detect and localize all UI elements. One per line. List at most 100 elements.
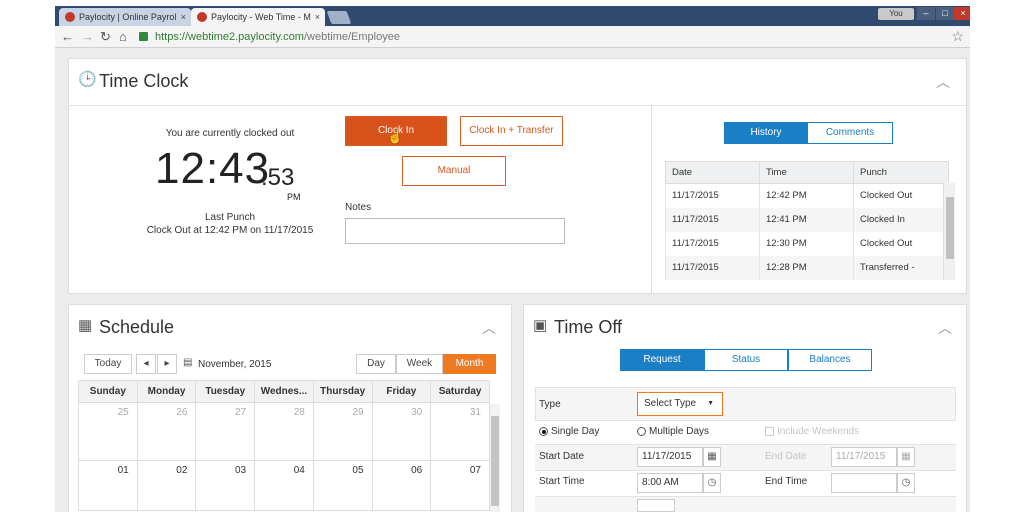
weekday-header: Monday — [136, 380, 197, 403]
calendar-picker-icon[interactable]: ▦ — [897, 447, 915, 467]
calendar-day-cell[interactable]: 01 — [78, 460, 138, 511]
calendar-picker-icon[interactable]: ▦ — [703, 447, 721, 467]
view-week-button[interactable]: Week — [396, 354, 443, 374]
collapse-chevron-icon[interactable]: ︿ — [936, 72, 950, 92]
month-calendar: Sunday Monday Tuesday Wednes... Thursday… — [78, 380, 490, 511]
notes-label: Notes — [345, 202, 372, 213]
calendar-15-icon: ▣ — [533, 317, 548, 334]
view-day-button[interactable]: Day — [356, 354, 396, 374]
panel-title: Time Off — [554, 317, 623, 337]
calendar-small-icon: ▤ — [183, 357, 193, 368]
start-date-label: Start Date — [539, 451, 585, 462]
calendar-day-cell[interactable]: 31 — [430, 402, 490, 461]
tab-paylocity-payroll[interactable]: Paylocity | Online Payrol × — [59, 8, 191, 26]
calendar-day-cell[interactable]: 02 — [136, 460, 197, 511]
view-month-button[interactable]: Month — [443, 354, 496, 374]
clock-in-transfer-button[interactable]: Clock In + Transfer — [460, 116, 563, 146]
table-header-row: Date Time Punch — [665, 161, 949, 184]
history-scrollbar[interactable] — [943, 183, 955, 280]
calendar-day-cell[interactable]: 28 — [254, 402, 314, 461]
minimize-button[interactable]: – — [917, 7, 935, 20]
calendar-scrollbar[interactable] — [490, 404, 500, 512]
weekday-header: Thursday — [312, 380, 373, 403]
reload-icon[interactable]: ↻ — [100, 29, 111, 45]
include-weekends-checkbox[interactable] — [765, 427, 774, 436]
end-time-field[interactable] — [831, 473, 897, 493]
scrollbar-thumb[interactable] — [946, 197, 954, 259]
maximize-button[interactable]: □ — [936, 7, 954, 20]
calendar-day-cell[interactable]: 26 — [136, 402, 197, 461]
weekday-header: Sunday — [78, 380, 138, 403]
clock-ampm: PM — [287, 192, 301, 202]
clock-picker-icon[interactable]: ◷ — [703, 473, 721, 493]
calendar-day-cell[interactable]: 27 — [195, 402, 256, 461]
back-icon[interactable]: ← — [61, 29, 74, 45]
url-field[interactable]: https://webtime2.paylocity.com/webtime/E… — [139, 29, 945, 45]
calendar-day-cell[interactable]: 07 — [430, 460, 490, 511]
tab-comments[interactable]: Comments — [807, 122, 893, 144]
last-punch-detail: Clock Out at 12:42 PM on 11/17/2015 — [146, 225, 314, 236]
last-punch-label: Last Punch — [204, 212, 256, 223]
form-row — [535, 497, 956, 512]
single-day-radio[interactable] — [539, 427, 548, 436]
panel-divider — [651, 106, 652, 294]
user-profile-button[interactable]: You — [878, 8, 914, 20]
type-label: Type — [539, 399, 561, 410]
home-icon[interactable]: ⌂ — [119, 29, 127, 45]
collapse-chevron-icon[interactable]: ︿ — [482, 318, 496, 338]
calendar-day-cell[interactable]: 29 — [312, 402, 373, 461]
calendar-day-cell[interactable]: 05 — [312, 460, 373, 511]
browser-window: Paylocity | Online Payrol × Paylocity - … — [55, 6, 970, 512]
start-date-field[interactable]: 11/17/2015 — [637, 447, 703, 467]
start-time-field[interactable]: 8:00 AM — [637, 473, 703, 493]
new-tab-button[interactable] — [326, 11, 352, 24]
manual-button[interactable]: Manual — [402, 156, 506, 186]
calendar-day-cell[interactable]: 25 — [78, 402, 138, 461]
partial-field[interactable] — [637, 499, 675, 512]
bookmark-star-icon[interactable]: ☆ — [951, 28, 964, 45]
next-month-button[interactable]: ▸ — [157, 354, 177, 374]
tab-balances[interactable]: Balances — [788, 349, 872, 371]
clock-icon: 🕒 — [78, 71, 97, 88]
notes-input[interactable] — [345, 218, 565, 244]
column-header-time: Time — [759, 161, 854, 184]
scrollbar-thumb[interactable] — [491, 416, 499, 506]
calendar-day-cell[interactable]: 30 — [371, 402, 432, 461]
history-time: 12:41 PM — [759, 207, 854, 232]
today-button[interactable]: Today — [84, 354, 132, 374]
prev-month-button[interactable]: ◂ — [136, 354, 156, 374]
history-date: 11/17/2015 — [665, 231, 760, 256]
tab-status[interactable]: Status — [704, 349, 788, 371]
history-date: 11/17/2015 — [665, 183, 760, 208]
type-select[interactable]: Select Type ▼ — [637, 392, 723, 416]
collapse-chevron-icon[interactable]: ︿ — [938, 318, 952, 338]
tab-request[interactable]: Request — [620, 349, 704, 371]
tab-history[interactable]: History — [724, 122, 808, 144]
clock-picker-icon[interactable]: ◷ — [897, 473, 915, 493]
weekday-header-row: Sunday Monday Tuesday Wednes... Thursday… — [78, 380, 490, 403]
calendar-day-cell[interactable]: 03 — [195, 460, 256, 511]
address-bar: ← → ↻ ⌂ https://webtime2.paylocity.com/w… — [55, 26, 970, 48]
punch-history-table: Date Time Punch 11/17/2015 12:42 PM Cloc… — [665, 161, 949, 280]
close-icon[interactable]: × — [315, 8, 320, 26]
weekday-header: Tuesday — [195, 380, 256, 403]
window-close-button[interactable]: × — [954, 7, 970, 20]
close-icon[interactable]: × — [181, 8, 186, 26]
form-row — [535, 387, 956, 421]
calendar-day-cell[interactable]: 04 — [254, 460, 314, 511]
table-row: 11/17/2015 12:30 PM Clocked Out — [665, 231, 949, 256]
calendar-week-row: 25 26 27 28 29 30 31 — [78, 402, 490, 461]
history-punch: Clocked In — [853, 207, 949, 232]
forward-icon[interactable]: → — [81, 29, 94, 45]
multiple-days-radio[interactable] — [637, 427, 646, 436]
panel-title: Schedule — [99, 317, 175, 337]
multiple-days-label: Multiple Days — [649, 426, 710, 437]
panel-title: Time Clock — [99, 71, 189, 91]
clock-seconds: :53 — [261, 164, 295, 191]
history-time: 12:42 PM — [759, 183, 854, 208]
tab-paylocity-webtime[interactable]: Paylocity - Web Time - M × — [191, 8, 325, 26]
end-date-field[interactable]: 11/17/2015 — [831, 447, 897, 467]
calendar-day-cell[interactable]: 06 — [371, 460, 432, 511]
table-row: 11/17/2015 12:28 PM Transferred - — [665, 255, 949, 280]
end-date-label: End Date — [765, 451, 807, 462]
